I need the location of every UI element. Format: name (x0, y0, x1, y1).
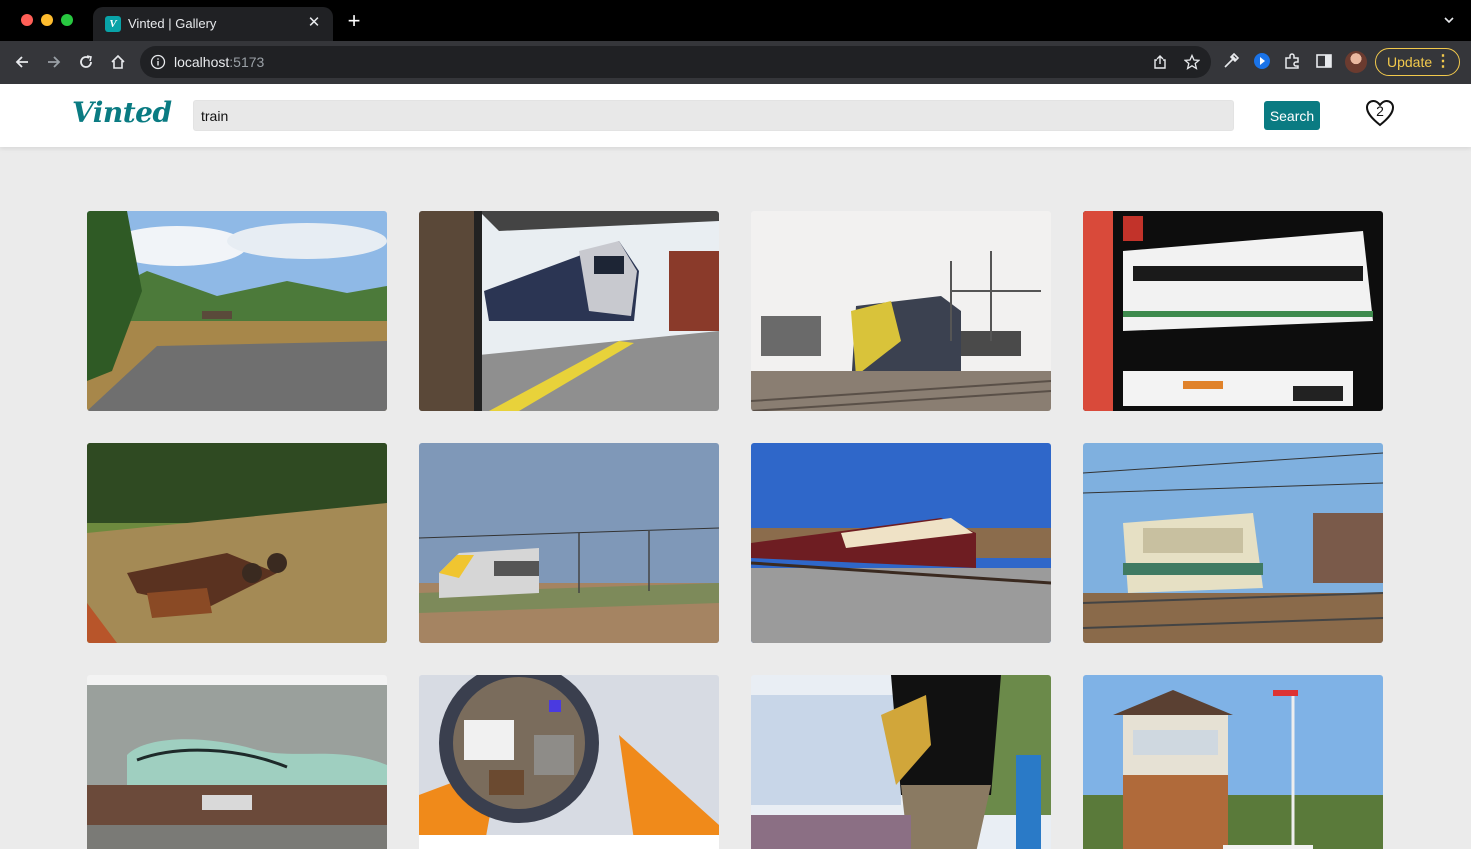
gallery-image-12[interactable] (1083, 675, 1383, 849)
page: Vinted Search 2 (0, 84, 1471, 849)
url-host: localhost (174, 54, 230, 70)
search-button[interactable]: Search (1264, 101, 1320, 130)
gallery-image-3[interactable] (751, 211, 1051, 411)
profile-avatar[interactable] (1345, 51, 1367, 73)
share-icon[interactable] (1152, 54, 1168, 70)
favorites-count: 2 (1376, 103, 1384, 119)
site-header: Vinted Search 2 (0, 84, 1471, 147)
mountain-road-image (87, 211, 387, 411)
search-input[interactable] (193, 100, 1234, 131)
tab-search-chevron-icon[interactable] (1443, 14, 1455, 26)
vinted-logo[interactable]: Vinted (72, 96, 172, 129)
japanese-train-image (1083, 211, 1383, 411)
back-arrow-icon[interactable] (11, 51, 33, 73)
hotel-advert-image (419, 675, 719, 849)
url-text: localhost:5173 (174, 54, 264, 70)
update-button[interactable]: Update ⋮ (1375, 48, 1460, 76)
close-window-button[interactable] (21, 14, 33, 26)
electric-loco-field-image (419, 443, 719, 643)
gallery-image-10[interactable] (419, 675, 719, 849)
bookmark-star-icon[interactable] (1184, 54, 1200, 70)
gallery-image-9[interactable] (87, 675, 387, 849)
browser-chrome: V Vinted | Gallery ✕ + localhost:5173 Up… (0, 0, 1471, 84)
tab-close-icon[interactable]: ✕ (305, 14, 323, 32)
red-cream-loco-image (751, 443, 1051, 643)
reload-icon[interactable] (75, 51, 97, 73)
gallery-image-11[interactable] (751, 675, 1051, 849)
graffiti-wagon-image (87, 675, 387, 849)
gallery-image-5[interactable] (87, 443, 387, 643)
gallery-image-1[interactable] (87, 211, 387, 411)
saxophone-performer-image (751, 675, 1051, 849)
tab-title: Vinted | Gallery (128, 16, 217, 31)
maximize-window-button[interactable] (61, 14, 73, 26)
url-port: :5173 (229, 54, 265, 70)
rusty-bogies-image (87, 443, 387, 643)
site-info-icon[interactable] (150, 54, 166, 70)
side-panel-icon[interactable] (1315, 52, 1333, 70)
update-label: Update (1387, 54, 1433, 70)
address-bar[interactable]: localhost:5173 (140, 46, 1211, 78)
browser-toolbar: localhost:5173 Update ⋮ (0, 41, 1471, 84)
favorites-button[interactable]: 2 (1364, 97, 1396, 129)
forward-arrow-icon[interactable] (43, 51, 65, 73)
tab-strip: V Vinted | Gallery ✕ + (0, 0, 1471, 41)
yellow-diesel-image (751, 211, 1051, 411)
vinted-favicon-icon: V (105, 16, 121, 32)
green-cream-loco-image (1083, 443, 1383, 643)
extensions-puzzle-icon[interactable] (1283, 52, 1301, 70)
gallery-image-8[interactable] (1083, 443, 1383, 643)
signal-box-image (1083, 675, 1383, 849)
minimize-window-button[interactable] (41, 14, 53, 26)
browser-tab[interactable]: V Vinted | Gallery ✕ (93, 7, 333, 41)
gallery-image-4[interactable] (1083, 211, 1383, 411)
eyedropper-extension-icon[interactable] (1222, 52, 1240, 70)
new-tab-icon[interactable]: + (344, 10, 364, 32)
gallery-image-7[interactable] (751, 443, 1051, 643)
train-platform-image (419, 211, 719, 411)
gallery-image-2[interactable] (419, 211, 719, 411)
home-icon[interactable] (107, 51, 129, 73)
blue-extension-icon[interactable] (1253, 52, 1271, 70)
more-menu-icon[interactable]: ⋮ (1435, 49, 1451, 75)
gallery-image-6[interactable] (419, 443, 719, 643)
